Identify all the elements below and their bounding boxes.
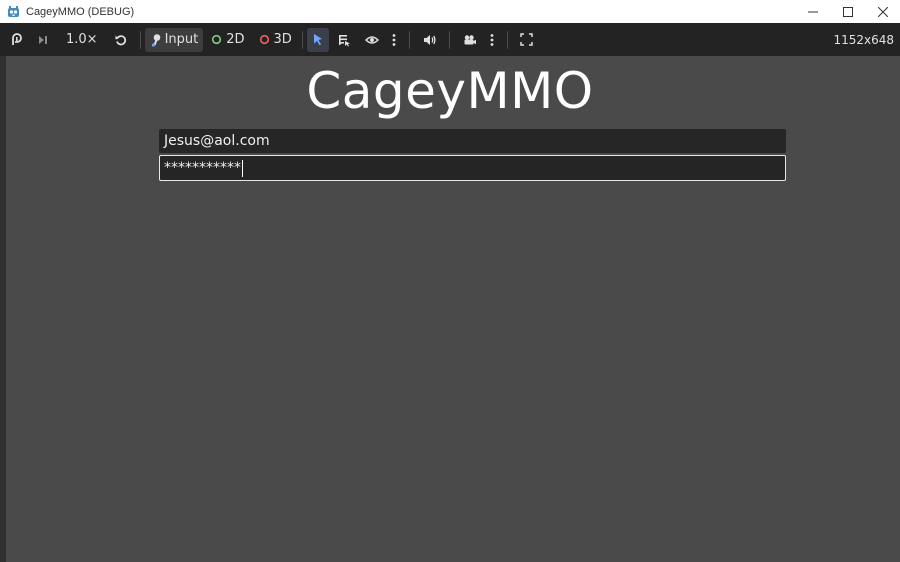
toolbar-separator (301, 30, 303, 49)
speed-button[interactable]: 1.0× (62, 28, 102, 52)
toolbar-separator (506, 30, 508, 49)
visibility-button[interactable] (361, 28, 383, 52)
text-caret (242, 159, 243, 177)
resolution-readout: 1152x648 (833, 32, 894, 47)
toolbar-separator (448, 30, 450, 49)
cursor-arrow-icon (313, 34, 322, 46)
window-title: CageyMMO (DEBUG) (26, 5, 135, 18)
kebab-menu-icon (392, 33, 396, 46)
mode-3d-label: 3D (273, 32, 292, 47)
list-select-icon (338, 34, 350, 46)
speed-label: 1.0× (66, 32, 98, 47)
speaker-icon (423, 34, 436, 45)
reset-speed-button[interactable] (110, 28, 132, 52)
toolbar-separator (139, 30, 141, 49)
camera-options-button[interactable] (485, 28, 499, 52)
suspend-button[interactable] (6, 28, 28, 52)
select-button[interactable] (306, 27, 329, 52)
mode-2d-label: 2D (226, 32, 245, 47)
ring-3d-icon (259, 34, 269, 45)
next-frame-icon (39, 35, 47, 44)
next-frame-button[interactable] (32, 28, 54, 52)
camera-icon (464, 34, 476, 44)
embed-fullscreen-button[interactable] (516, 28, 537, 52)
email-value: Jesus@aol.com (164, 133, 270, 149)
fullscreen-icon (520, 33, 533, 46)
mode-3d-button[interactable]: 3D (255, 28, 296, 52)
suspend-icon (12, 32, 22, 45)
window-titlebar: CageyMMO (DEBUG) (0, 0, 900, 23)
input-label: Input (164, 32, 199, 47)
audio-button[interactable] (418, 28, 441, 52)
window-controls (795, 0, 900, 23)
password-field[interactable]: *********** (159, 155, 786, 181)
select-list-button[interactable] (333, 28, 355, 52)
maximize-button[interactable] (830, 0, 865, 23)
game-title: CageyMMO (306, 62, 594, 120)
mode-2d-button[interactable]: 2D (207, 28, 248, 52)
minimize-button[interactable] (795, 0, 830, 23)
camera-override-button[interactable] (458, 28, 481, 52)
close-icon (877, 6, 888, 17)
ring-2d-icon (212, 34, 222, 45)
eye-icon (364, 35, 379, 44)
godot-app-icon (6, 5, 20, 19)
password-value: *********** (164, 160, 241, 176)
close-button[interactable] (865, 0, 900, 23)
minimize-icon (807, 11, 818, 12)
toolbar-separator (408, 30, 410, 49)
joystick-icon (151, 33, 160, 47)
email-field[interactable]: Jesus@aol.com (159, 129, 786, 153)
input-button[interactable]: Input (144, 27, 204, 52)
debug-toolbar: 1.0× Input 2D 3D 1152x648 (0, 23, 900, 56)
kebab-menu-icon (490, 33, 494, 46)
maximize-icon (842, 6, 853, 17)
reset-icon (115, 34, 126, 45)
more-options-button[interactable] (387, 28, 401, 52)
